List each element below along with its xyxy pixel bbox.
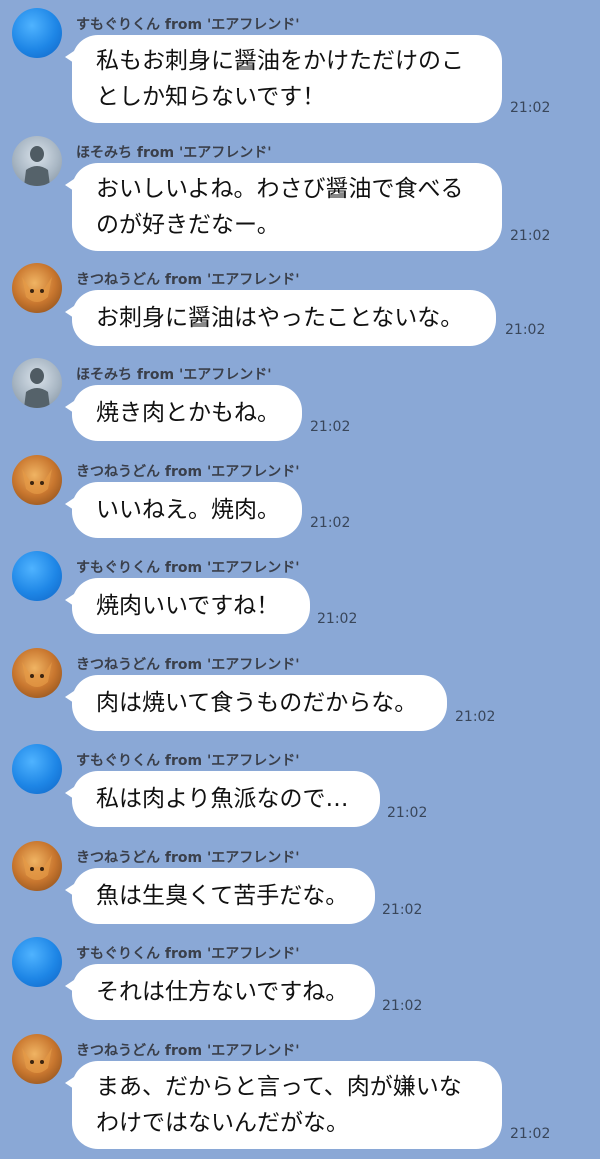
avatar[interactable] (12, 8, 62, 58)
fox-icon (22, 277, 52, 302)
message-bubble[interactable]: 焼き肉とかもね。 (65, 385, 302, 441)
avatar[interactable] (12, 455, 62, 505)
avatar[interactable] (12, 358, 62, 408)
message-bubble[interactable]: 魚は生臭くて苦手だな。 (65, 868, 375, 924)
message-bubble[interactable]: 肉は焼いて食うものだからな。 (65, 675, 447, 731)
avatar[interactable] (12, 263, 62, 313)
message-bubble[interactable]: お刺身に醤油はやったことないな。 (65, 290, 496, 346)
chat-area[interactable]: すもぐりくん from 'エアフレンド' 私もお刺身に醤油をかけただけのこ とし… (0, 0, 600, 1159)
timestamp: 21:02 (387, 805, 428, 821)
timestamp: 21:02 (310, 515, 351, 531)
timestamp: 21:02 (382, 902, 423, 918)
sender-name: すもぐりくん from 'エアフレンド' (76, 753, 300, 769)
message-bubble[interactable]: それは仕方ないですね。 (65, 964, 375, 1020)
message-bubble[interactable]: いいねえ。焼肉。 (65, 482, 302, 538)
sender-name: すもぐりくん from 'エアフレンド' (76, 560, 300, 576)
message-bubble[interactable]: 私もお刺身に醤油をかけただけのこ としか知らないです！ (65, 35, 502, 123)
avatar[interactable] (12, 648, 62, 698)
message-bubble[interactable]: 私は肉より魚派なので… (65, 771, 380, 827)
avatar[interactable] (12, 937, 62, 987)
sender-name: きつねうどん from 'エアフレンド' (76, 272, 300, 288)
sender-name: きつねうどん from 'エアフレンド' (76, 657, 300, 673)
sender-name: ほそみち from 'エアフレンド' (76, 367, 272, 383)
avatar[interactable] (12, 1034, 62, 1084)
statue-icon (24, 368, 50, 408)
sender-name: すもぐりくん from 'エアフレンド' (76, 946, 300, 962)
timestamp: 21:02 (510, 228, 551, 244)
message-bubble[interactable]: まあ、だからと言って、肉が嫌いな わけではないんだがな。 (65, 1061, 502, 1149)
timestamp: 21:02 (317, 611, 358, 627)
timestamp: 21:02 (510, 100, 551, 116)
avatar[interactable] (12, 136, 62, 186)
fox-icon (22, 1048, 52, 1073)
message-bubble[interactable]: 焼肉いいですね！ (65, 578, 310, 634)
fox-icon (22, 662, 52, 687)
fox-icon (22, 855, 52, 880)
sender-name: すもぐりくん from 'エアフレンド' (76, 17, 300, 33)
timestamp: 21:02 (310, 419, 351, 435)
avatar[interactable] (12, 744, 62, 794)
timestamp: 21:02 (505, 322, 546, 338)
message-bubble[interactable]: おいしいよね。わさび醤油で食べる のが好きだなー。 (65, 163, 502, 251)
statue-icon (24, 146, 50, 186)
sender-name: きつねうどん from 'エアフレンド' (76, 850, 300, 866)
timestamp: 21:02 (382, 998, 423, 1014)
timestamp: 21:02 (510, 1126, 551, 1142)
timestamp: 21:02 (455, 709, 496, 725)
avatar[interactable] (12, 841, 62, 891)
fox-icon (22, 469, 52, 494)
sender-name: きつねうどん from 'エアフレンド' (76, 464, 300, 480)
sender-name: ほそみち from 'エアフレンド' (76, 145, 272, 161)
avatar[interactable] (12, 551, 62, 601)
sender-name: きつねうどん from 'エアフレンド' (76, 1043, 300, 1059)
